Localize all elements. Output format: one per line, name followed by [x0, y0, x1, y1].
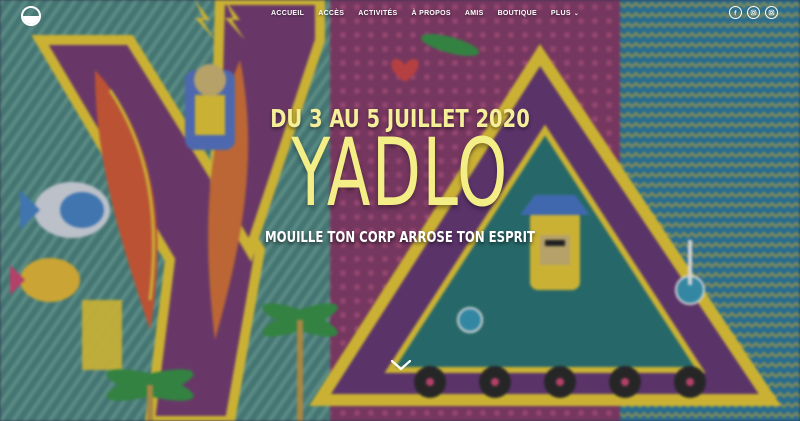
nav-item-activites[interactable]: ACTIVITÉS [358, 10, 397, 17]
social-links [724, 6, 778, 19]
facebook-icon[interactable] [729, 6, 742, 19]
nav-item-amis[interactable]: AMIS [465, 10, 484, 17]
nav-item-acces[interactable]: ACCÈS [318, 10, 344, 17]
nav-item-plus[interactable]: PLUS ⌄ [551, 10, 579, 17]
hero-section: ACCUEIL ACCÈS ACTIVITÉS À PROPOS AMIS BO… [0, 0, 800, 421]
instagram-icon[interactable] [747, 6, 760, 19]
chevron-down-icon[interactable] [390, 358, 412, 372]
nav-item-accueil[interactable]: ACCUEIL [271, 10, 304, 17]
nav-item-a-propos[interactable]: À PROPOS [412, 10, 451, 17]
instagram-icon[interactable] [765, 6, 778, 19]
nav-item-plus-label: PLUS [550, 10, 571, 17]
nav-item-boutique[interactable]: BOUTIQUE [498, 10, 537, 17]
main-navigation: ACCUEIL ACCÈS ACTIVITÉS À PROPOS AMIS BO… [271, 10, 593, 17]
half-circle-logo-icon[interactable] [21, 6, 41, 26]
festival-title: YADLO [291, 119, 509, 228]
chevron-down-icon: ⌄ [573, 11, 580, 17]
festival-tagline: MOUILLE TON CORP ARROSE TON ESPRIT [264, 228, 536, 246]
